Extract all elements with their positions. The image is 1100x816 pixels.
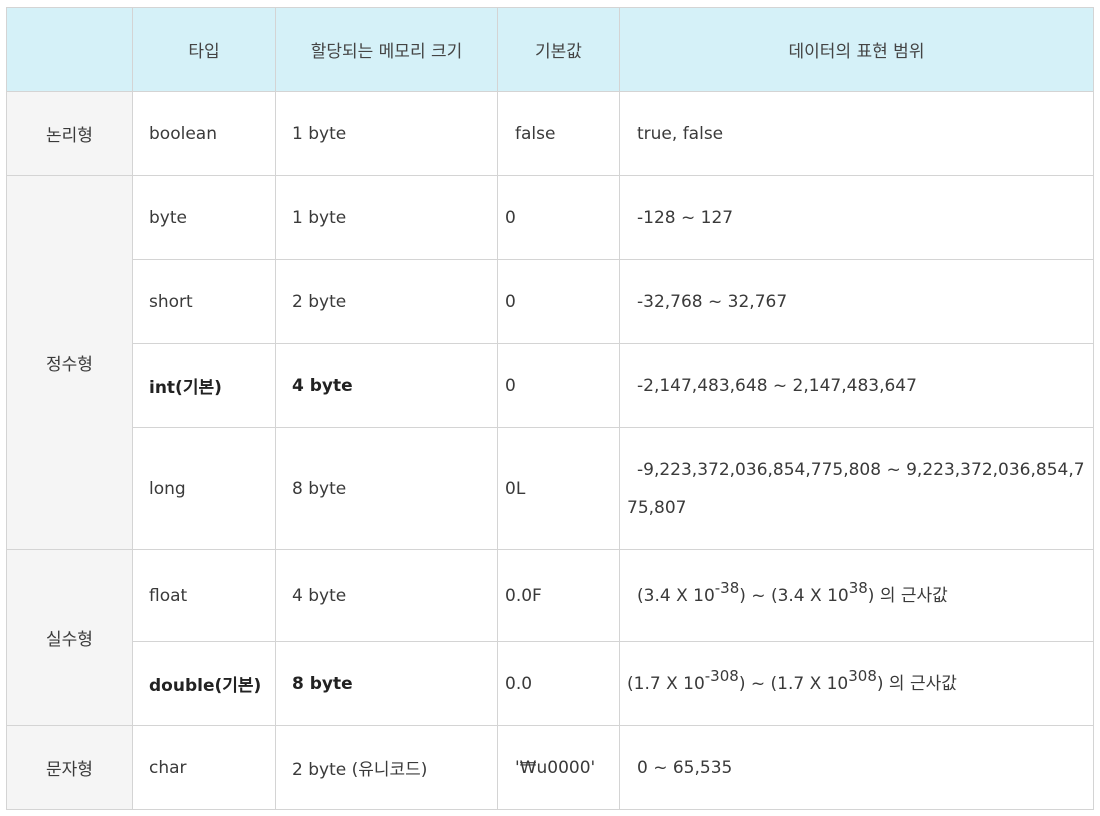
range-cell: -32,768 ~ 32,767 [619, 259, 1094, 344]
table-row: 논리형 boolean 1 byte false true, false [6, 91, 1094, 176]
size-cell: 4 byte [275, 549, 498, 642]
type-cell: byte [132, 175, 276, 260]
size-cell: 4 byte [275, 343, 498, 428]
size-cell: 2 byte (유니코드) [275, 725, 498, 810]
default-cell: '₩u0000' [497, 725, 620, 810]
table-row: double(기본) 8 byte 0.0 (1.7 X 10-308) ~ (… [7, 641, 1094, 726]
header-default-value: 기본값 [497, 7, 620, 92]
size-cell: 1 byte [275, 91, 498, 176]
default-cell: 0 [497, 343, 620, 428]
type-cell: double(기본) [132, 641, 276, 726]
header-type: 타입 [132, 7, 276, 92]
range-exponent: -38 [714, 578, 740, 597]
range-exponent: 38 [848, 578, 868, 597]
range-part: (3.4 X 10 [637, 585, 715, 606]
group-logical: 논리형 [6, 91, 133, 176]
table-row: 문자형 char 2 byte (유니코드) '₩u0000' 0 ~ 65,5… [6, 725, 1094, 810]
range-cell: -9,223,372,036,854,775,808 ~ 9,223,372,0… [619, 427, 1094, 550]
default-cell: 0.0F [497, 549, 620, 642]
header-row: 타입 할당되는 메모리 크기 기본값 데이터의 표현 범위 [6, 7, 1094, 92]
default-cell: 0L [497, 427, 620, 550]
table-row: 실수형 float 4 byte 0.0F (3.4 X 10-38) ~ (3… [6, 549, 1094, 726]
type-cell: short [132, 259, 276, 344]
type-cell: float [132, 549, 276, 642]
type-cell: boolean [132, 91, 276, 176]
header-category [6, 7, 133, 92]
group-char: 문자형 [6, 725, 133, 810]
data-type-table: 타입 할당되는 메모리 크기 기본값 데이터의 표현 범위 논리형 boolea… [6, 7, 1094, 810]
range-cell: -128 ~ 127 [619, 175, 1094, 260]
range-part: ) 의 근사값 [876, 673, 957, 694]
range-cell: (1.7 X 10-308) ~ (1.7 X 10308) 의 근사값 [619, 641, 1094, 726]
table-row: long 8 byte 0L -9,223,372,036,854,775,80… [7, 427, 1094, 550]
default-cell: 0 [497, 175, 620, 260]
range-cell: true, false [619, 91, 1094, 176]
range-part: (1.7 X 10 [627, 673, 705, 694]
size-cell: 8 byte [275, 641, 498, 726]
group-integer: 정수형 [6, 175, 133, 550]
table-row: int(기본) 4 byte 0 -2,147,483,648 ~ 2,147,… [7, 343, 1094, 428]
size-cell: 1 byte [275, 175, 498, 260]
group-real: 실수형 [6, 549, 133, 726]
type-cell: int(기본) [132, 343, 276, 428]
range-cell: -2,147,483,648 ~ 2,147,483,647 [619, 343, 1094, 428]
default-cell: 0.0 [497, 641, 620, 726]
size-cell: 2 byte [275, 259, 498, 344]
default-cell: 0 [497, 259, 620, 344]
table-row: short 2 byte 0 -32,768 ~ 32,767 [7, 259, 1094, 344]
header-memory-size: 할당되는 메모리 크기 [275, 7, 498, 92]
range-exponent: 308 [848, 666, 877, 685]
range-exponent: -308 [704, 666, 739, 685]
range-cell: 0 ~ 65,535 [619, 725, 1094, 810]
range-part: ) ~ (3.4 X 10 [739, 585, 849, 606]
range-part: ) 의 근사값 [867, 585, 948, 606]
type-cell: char [132, 725, 276, 810]
range-cell: (3.4 X 10-38) ~ (3.4 X 1038) 의 근사값 [619, 549, 1094, 642]
range-text: -9,223,372,036,854,775,808 ~ 9,223,372,0… [627, 459, 1085, 518]
default-cell: false [497, 91, 620, 176]
header-value-range: 데이터의 표현 범위 [619, 7, 1094, 92]
range-part: ) ~ (1.7 X 10 [738, 673, 849, 694]
size-cell: 8 byte [275, 427, 498, 550]
type-cell: long [132, 427, 276, 550]
table-row: 정수형 byte 1 byte 0 -128 ~ 127 [6, 175, 1094, 550]
